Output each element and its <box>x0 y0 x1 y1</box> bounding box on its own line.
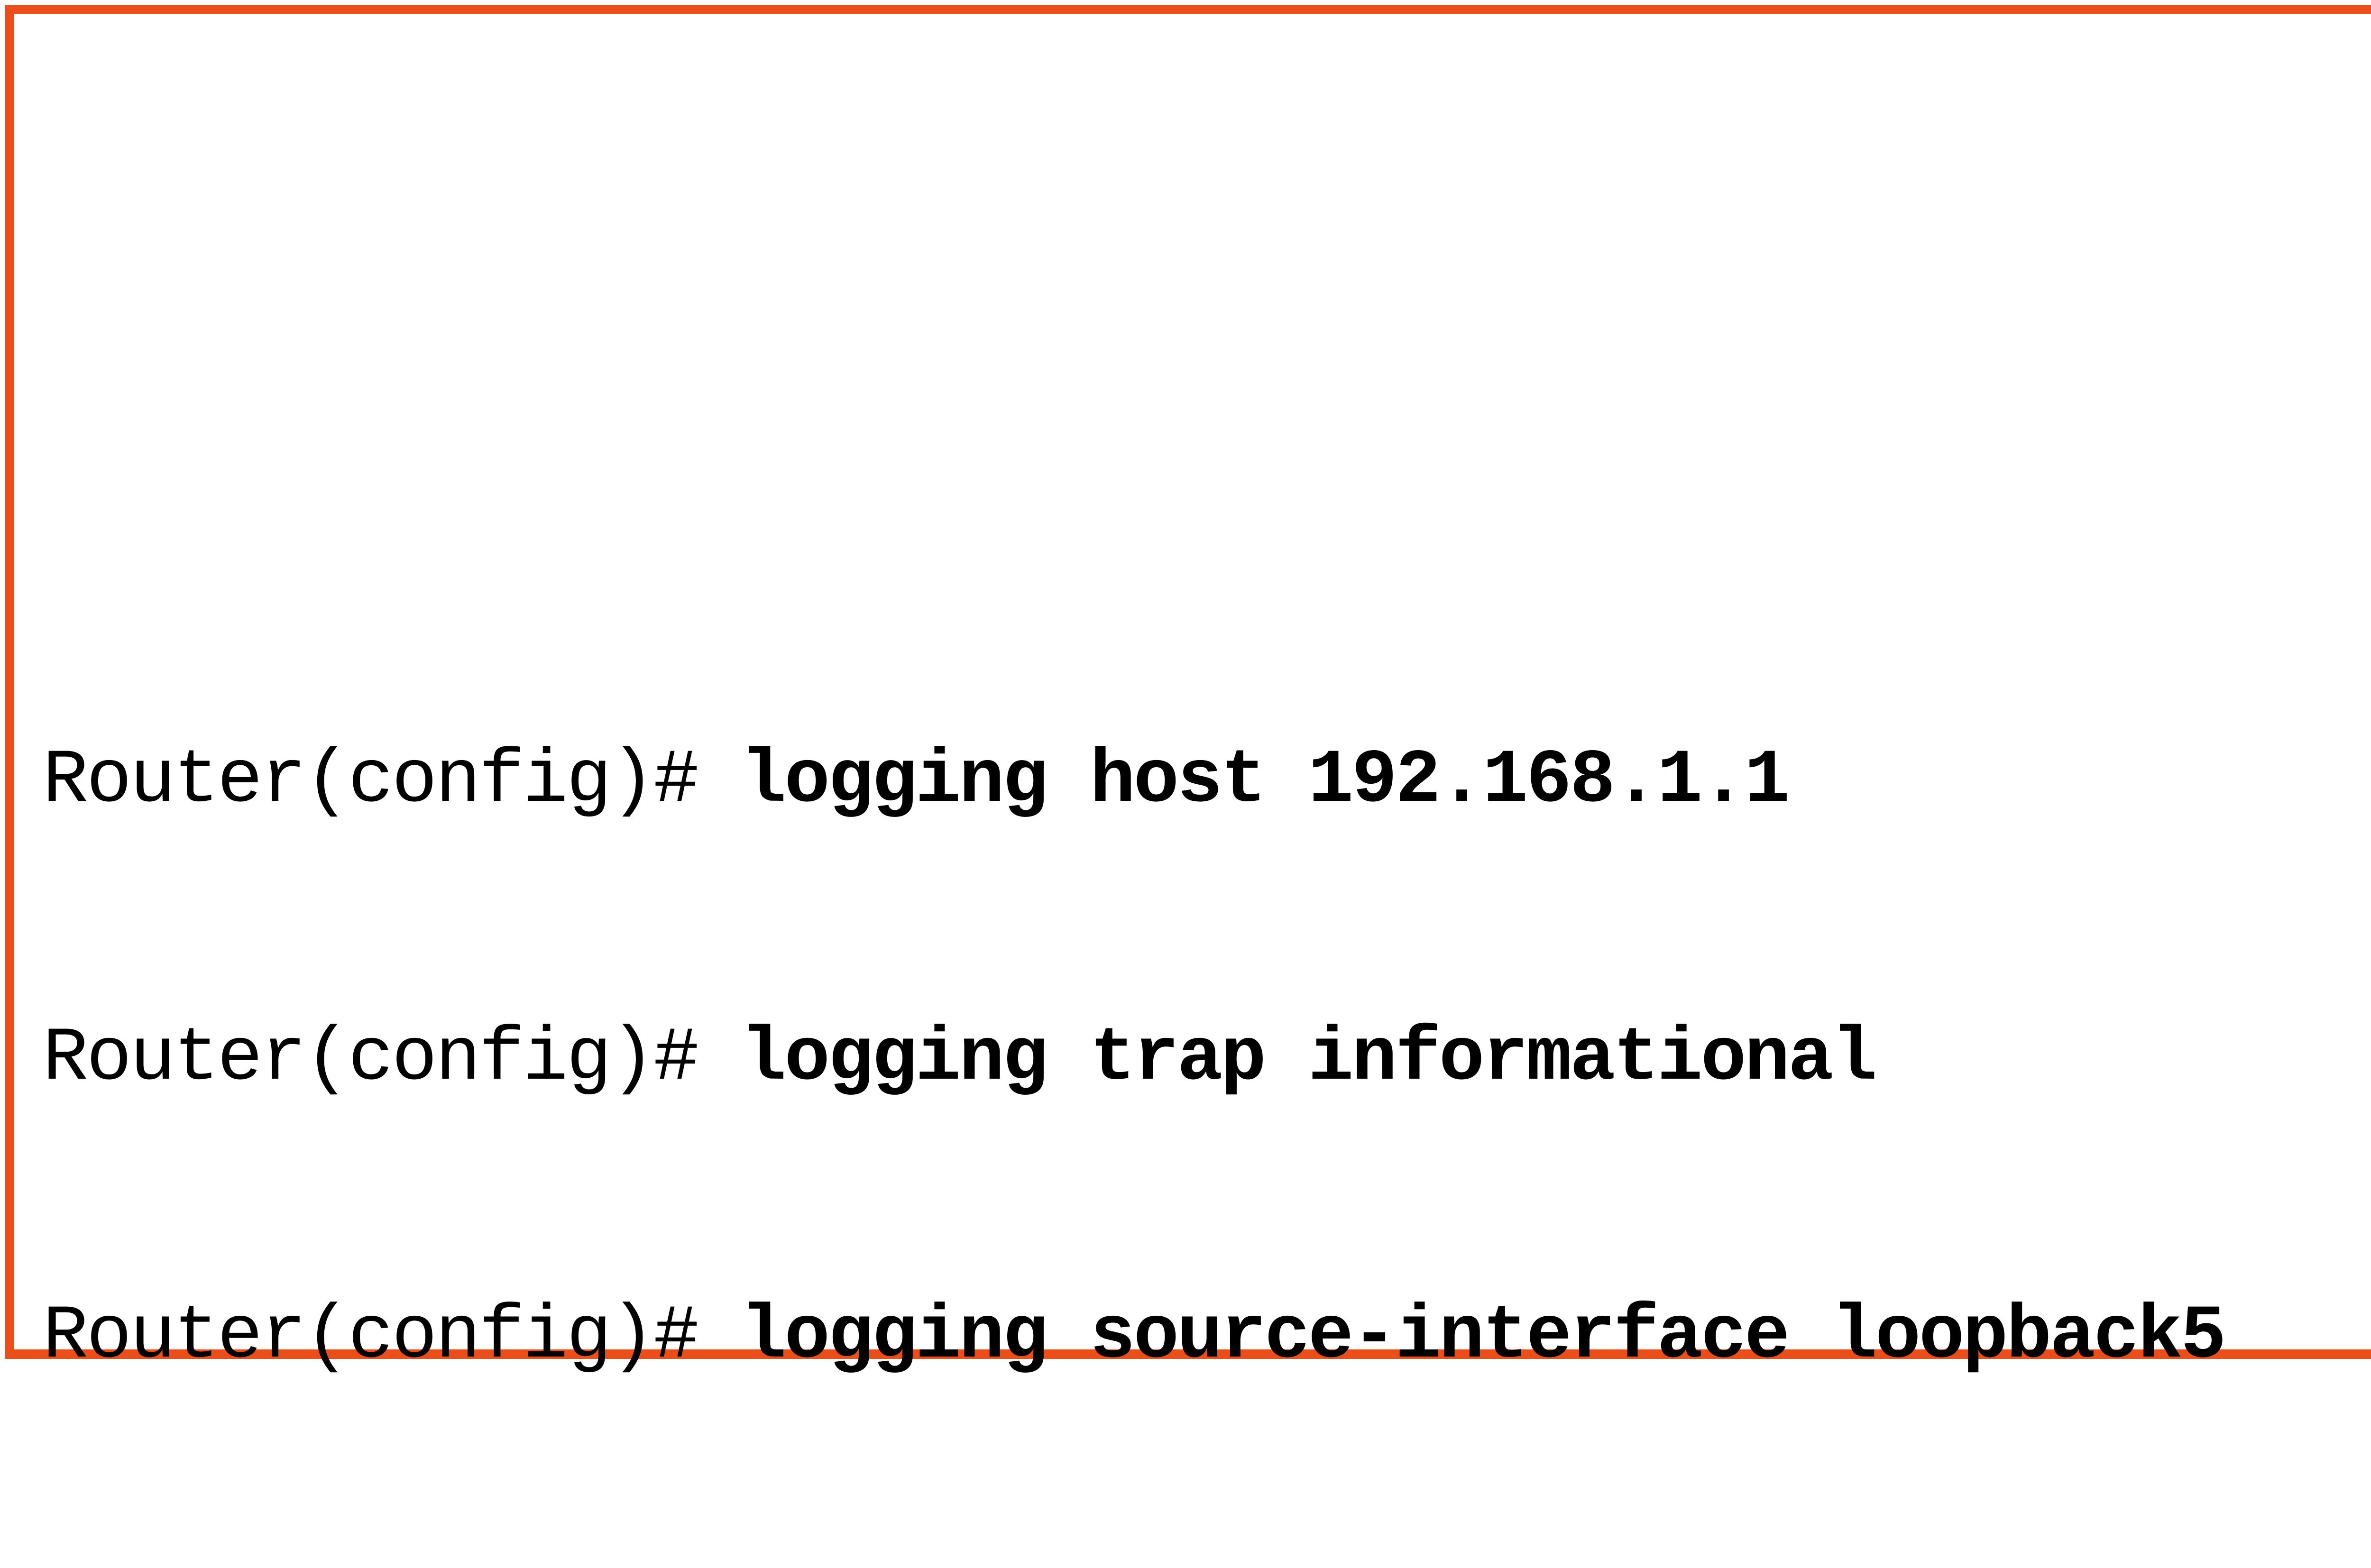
terminal-prompt: Router(config)# <box>43 1016 741 1102</box>
framed-container: P I V I T Router(config)# logging host 1… <box>5 5 2371 1359</box>
terminal-command: logging host 192.168.1.1 <box>741 738 1788 824</box>
terminal-command: logging trap informational <box>741 1016 1875 1102</box>
terminal-command: logging source-interface loopback5 <box>741 1294 2224 1380</box>
terminal-prompt: Router(config)# <box>43 1294 741 1380</box>
terminal-output: Router(config)# logging host 192.168.1.1… <box>43 550 2224 1568</box>
terminal-prompt: Router(config)# <box>43 738 741 824</box>
terminal-line: Router(config)# logging source-interface… <box>43 1291 2224 1383</box>
terminal-line: Router(config)# logging host 192.168.1.1 <box>43 735 2224 827</box>
terminal-line: Router(config)# logging trap information… <box>43 1013 2224 1105</box>
